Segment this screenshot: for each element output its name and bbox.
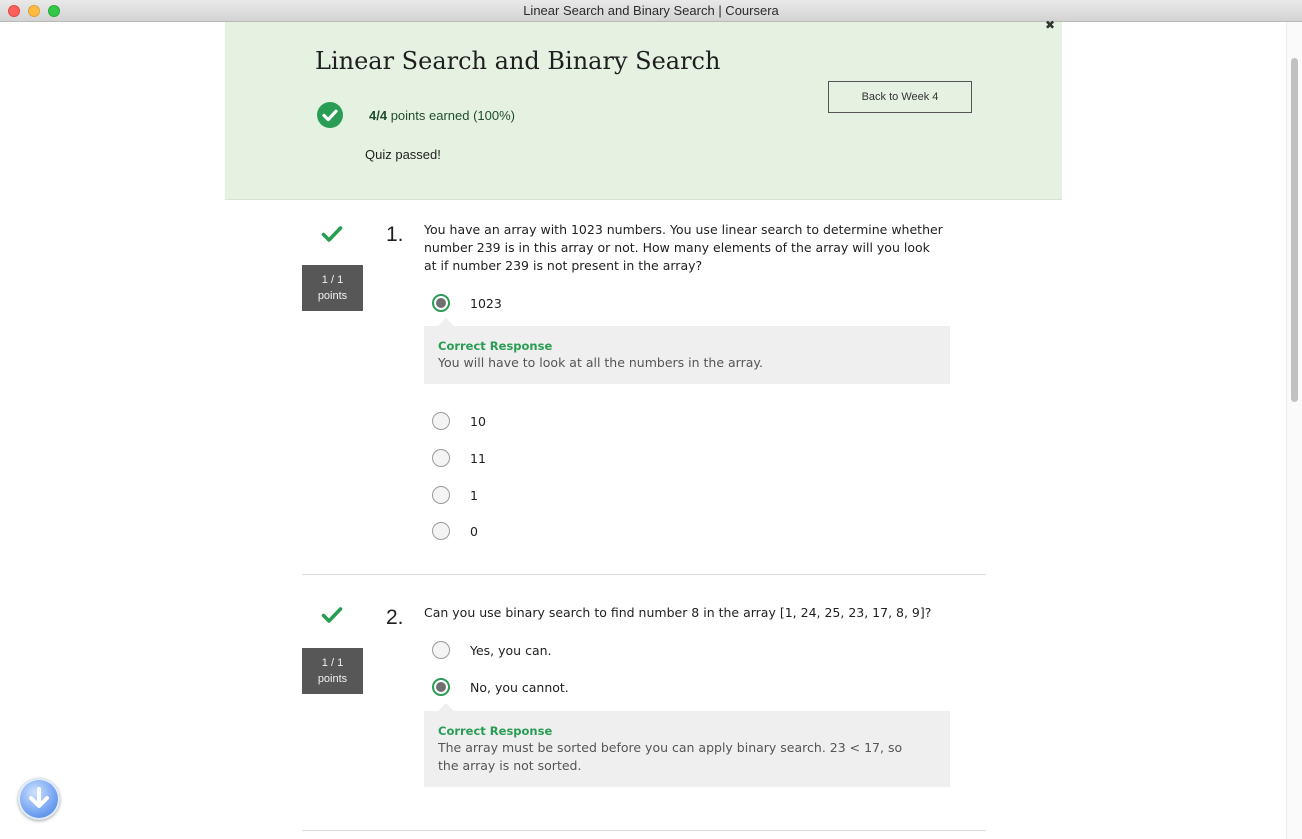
question-number: 2. <box>386 606 404 629</box>
radio-button[interactable] <box>432 486 450 504</box>
option-1023[interactable]: 1023 <box>432 292 502 314</box>
checkmark-icon <box>321 225 343 243</box>
question-number: 1. <box>386 223 404 246</box>
window-title: Linear Search and Binary Search | Course… <box>523 3 779 18</box>
radio-button[interactable] <box>432 522 450 540</box>
option-label: 0 <box>470 523 478 539</box>
feedback-title: Correct Response <box>438 339 553 353</box>
points-value: 1 / 1 <box>321 657 344 669</box>
points-label: points <box>317 673 348 685</box>
score-label: points earned (100%) <box>387 108 515 123</box>
option-label: 11 <box>470 450 486 466</box>
points-value: 1 / 1 <box>321 274 344 286</box>
option-label: No, you cannot. <box>470 679 569 695</box>
feedback-box: Correct Response The array must be sorte… <box>424 703 950 787</box>
close-icon[interactable]: ✖ <box>1045 18 1055 32</box>
points-label: points <box>317 290 348 302</box>
quiz-header: ✖ Linear Search and Binary Search Back t… <box>225 18 1062 200</box>
points-badge: 1 / 1 points <box>302 648 363 694</box>
scrollbar[interactable] <box>1286 22 1302 839</box>
check-circle-icon <box>317 102 343 128</box>
radio-button[interactable] <box>432 449 450 467</box>
points-badge: 1 / 1 points <box>302 265 363 311</box>
score-summary: 4/4 points earned (100%) <box>369 108 515 123</box>
score-value: 4/4 <box>369 108 388 123</box>
radio-button[interactable] <box>432 412 450 430</box>
option-label: Yes, you can. <box>470 642 552 658</box>
radio-button[interactable] <box>432 678 450 696</box>
scrollbar-thumb[interactable] <box>1291 58 1298 402</box>
radio-button[interactable] <box>432 641 450 659</box>
feedback-title: Correct Response <box>438 724 553 738</box>
option-0[interactable]: 0 <box>432 520 478 542</box>
checkmark-icon <box>321 606 343 624</box>
option-yes[interactable]: Yes, you can. <box>432 639 552 661</box>
option-label: 1023 <box>470 295 502 311</box>
feedback-text: You will have to look at all the numbers… <box>438 355 763 370</box>
feedback-box: Correct Response You will have to look a… <box>424 318 950 384</box>
question-text: You have an array with 1023 numbers. You… <box>424 222 943 273</box>
question-2: 1 / 1 points 2. Can you use binary searc… <box>302 590 986 831</box>
option-no[interactable]: No, you cannot. <box>432 676 569 698</box>
back-to-week-button[interactable]: Back to Week 4 <box>828 81 972 113</box>
option-10[interactable]: 10 <box>432 410 486 432</box>
window-titlebar: Linear Search and Binary Search | Course… <box>0 0 1302 22</box>
option-label: 10 <box>470 413 486 429</box>
question-1: 1 / 1 points 1. You have an array with 1… <box>302 210 986 575</box>
download-arrow-icon <box>29 787 49 808</box>
radio-button[interactable] <box>432 294 450 312</box>
feedback-text: The array must be sorted before you can … <box>438 740 903 773</box>
option-11[interactable]: 11 <box>432 447 486 469</box>
page-title: Linear Search and Binary Search <box>315 47 721 75</box>
question-text: Can you use binary search to find number… <box>424 605 932 620</box>
download-button[interactable] <box>18 778 60 820</box>
quiz-status: Quiz passed! <box>365 147 441 162</box>
option-1[interactable]: 1 <box>432 484 478 506</box>
option-label: 1 <box>470 487 478 503</box>
